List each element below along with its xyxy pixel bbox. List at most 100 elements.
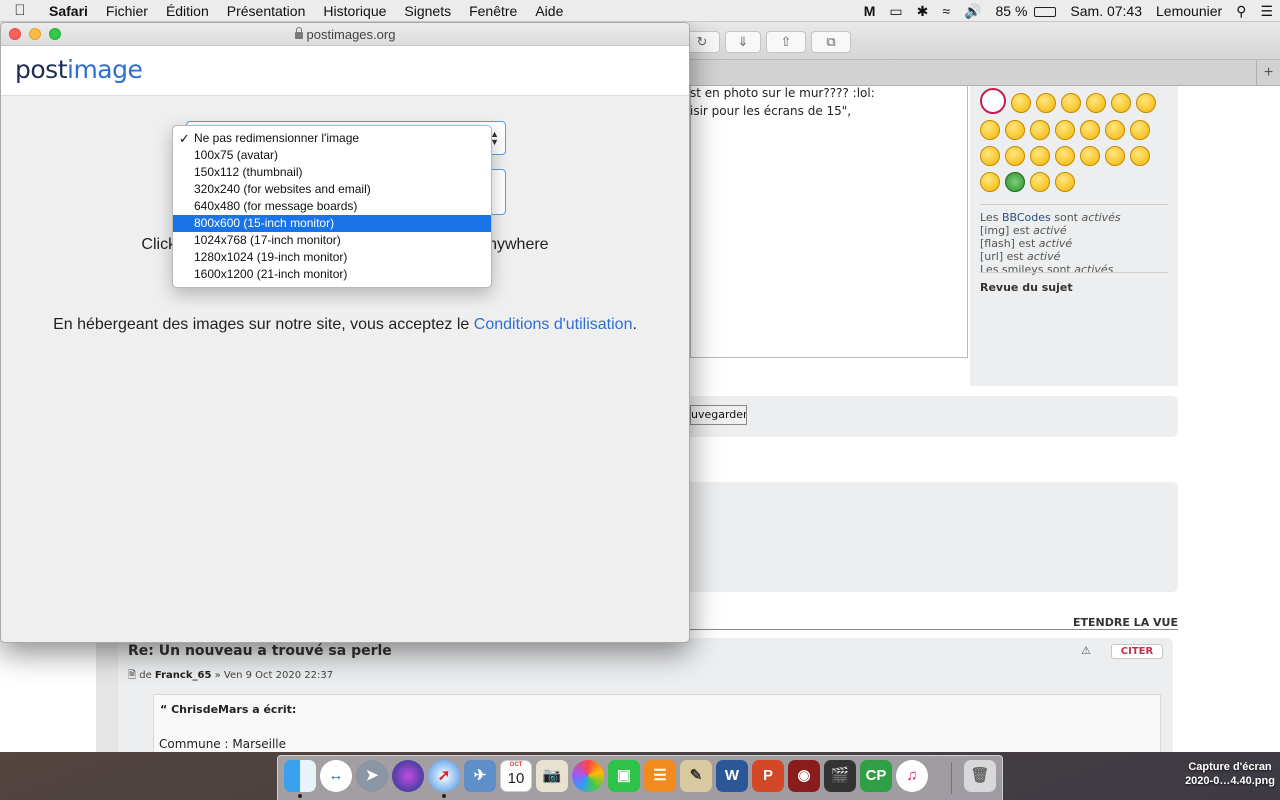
smiley-icon[interactable] — [1011, 93, 1031, 113]
message-textarea[interactable] — [690, 86, 968, 358]
smiley-icon[interactable] — [1055, 120, 1075, 140]
img-label: [img] est — [980, 224, 1030, 237]
photo-booth-icon[interactable]: ◉ — [788, 760, 820, 792]
wifi-icon[interactable]: ≈ — [935, 3, 957, 19]
smiley-icon[interactable] — [1055, 172, 1075, 192]
menu-fenetre[interactable]: Fenêtre — [460, 3, 526, 19]
facetime-icon[interactable]: ▣ — [608, 760, 640, 792]
safari-icon[interactable]: ➚ — [428, 760, 460, 792]
word-icon[interactable]: W — [716, 760, 748, 792]
share-icon[interactable]: ⇧ — [766, 31, 806, 53]
resize-option-150x112[interactable]: 150x112 (thumbnail) — [173, 164, 491, 181]
image-capture-icon[interactable]: 📷 — [536, 760, 568, 792]
smiley-icon[interactable] — [980, 172, 1000, 192]
trash-icon[interactable]: 🗑 — [964, 760, 996, 792]
ibooks-icon[interactable]: ☰ — [644, 760, 676, 792]
launchpad-icon[interactable]: ➤ — [356, 760, 388, 792]
report-warning-icon[interactable]: ⚠ — [1078, 644, 1094, 658]
smiley-icon[interactable] — [1005, 172, 1025, 192]
smiley-icon[interactable] — [1005, 120, 1025, 140]
battery-percent[interactable]: 85 % — [988, 3, 1034, 19]
checkmark-icon: ✓ — [179, 131, 190, 146]
itunes-icon[interactable]: ♫ — [896, 760, 928, 792]
smiley-icon[interactable] — [1136, 93, 1156, 113]
quote-button[interactable]: CITER — [1111, 644, 1163, 659]
malwarebytes-icon[interactable]: M — [857, 3, 883, 19]
desktop-screenshot-file[interactable]: Capture d'écran 2020-0…4.40.png — [1180, 760, 1280, 788]
powerpoint-icon[interactable]: P — [752, 760, 784, 792]
smiley-icon[interactable] — [1130, 146, 1150, 166]
message-line-2: isir pour les écrans de 15", — [690, 104, 852, 118]
preview-icon[interactable]: ✈ — [464, 760, 496, 792]
smiley-icon[interactable] — [980, 120, 1000, 140]
tabs-overview-icon[interactable]: ⧉ — [811, 31, 851, 53]
resize-option-100x75[interactable]: 100x75 (avatar) — [173, 147, 491, 164]
smiley-icon[interactable] — [1105, 146, 1125, 166]
menu-edition[interactable]: Édition — [157, 3, 218, 19]
extend-view-link[interactable]: ETENDRE LA VUE — [1073, 616, 1178, 629]
clock[interactable]: Sam. 07:43 — [1063, 3, 1149, 19]
photos-icon[interactable] — [572, 760, 604, 792]
smiley-icon[interactable] — [1080, 146, 1100, 166]
terms-end: . — [632, 316, 637, 333]
finder-icon[interactable] — [284, 760, 316, 792]
resize-option-1280x1024[interactable]: 1280x1024 (19-inch monitor) — [173, 249, 491, 266]
siri-icon[interactable] — [392, 760, 424, 792]
smiley-icon[interactable] — [1111, 93, 1131, 113]
resize-option-800x600[interactable]: 800x600 (15-inch monitor) — [173, 215, 491, 232]
postimages-window: postimages.org postimage ▲ ▼ Click nywhere… — [0, 22, 690, 643]
flash-label: [flash] est — [980, 237, 1036, 250]
user-name[interactable]: Lemounier — [1149, 3, 1229, 19]
resize-option-320x240[interactable]: 320x240 (for websites and email) — [173, 181, 491, 198]
resize-option-none[interactable]: ✓ Ne pas redimensionner l'image — [173, 130, 491, 147]
save-button[interactable]: uvegarder — [690, 405, 747, 425]
bluetooth-icon[interactable]: ✱ — [910, 3, 936, 20]
menu-fichier[interactable]: Fichier — [97, 3, 157, 19]
smiley-icon[interactable] — [1130, 120, 1150, 140]
window-titlebar: postimages.org — [1, 23, 689, 46]
menu-historique[interactable]: Historique — [314, 3, 395, 19]
final-cut-icon[interactable]: 🎬 — [824, 760, 856, 792]
battery-icon[interactable] — [1034, 3, 1063, 19]
menu-presentation[interactable]: Présentation — [218, 3, 315, 19]
resize-option-640x480[interactable]: 640x480 (for message boards) — [173, 198, 491, 215]
terms-link[interactable]: Conditions d'utilisation — [474, 316, 633, 333]
teamviewer-icon[interactable]: ↔ — [320, 760, 352, 792]
menu-app-safari[interactable]: Safari — [40, 3, 97, 19]
smiley-icon[interactable] — [1030, 172, 1050, 192]
postimage-logo[interactable]: postimage — [15, 55, 143, 84]
smiley-icon[interactable] — [980, 88, 1006, 114]
resize-option-1024x768[interactable]: 1024x768 (17-inch monitor) — [173, 232, 491, 249]
downloads-icon[interactable]: ⇓ — [725, 31, 761, 53]
post-author[interactable]: Franck_65 — [155, 670, 211, 681]
volume-icon[interactable]: 🔊 — [957, 3, 988, 20]
calendar-icon[interactable]: OCT 10 — [500, 760, 532, 792]
smiley-icon[interactable] — [980, 146, 1000, 166]
airplay-icon[interactable]: ▭ — [882, 3, 909, 20]
post-title[interactable]: Re: Un nouveau a trouvé sa perle — [128, 643, 392, 659]
post-card: Re: Un nouveau a trouvé sa perle 🗎 de Fr… — [118, 638, 1173, 752]
spotlight-search-icon[interactable]: ⚲ — [1229, 3, 1253, 20]
smiley-icon[interactable] — [1005, 146, 1025, 166]
option-label: 1280x1024 (19-inch monitor) — [194, 250, 348, 264]
smiley-icon[interactable] — [1030, 146, 1050, 166]
menu-aide[interactable]: Aide — [526, 3, 572, 19]
resize-option-1600x1200[interactable]: 1600x1200 (21-inch monitor) — [173, 266, 491, 283]
menu-signets[interactable]: Signets — [395, 3, 460, 19]
cp-app-icon[interactable]: CP — [860, 760, 892, 792]
bbcode-link[interactable]: BBCodes — [1002, 211, 1051, 224]
smiley-icon[interactable] — [1105, 120, 1125, 140]
notification-center-icon[interactable]: ☰ — [1253, 3, 1280, 20]
smiley-icon[interactable] — [1030, 120, 1050, 140]
apple-menu-icon[interactable]:  — [0, 2, 40, 19]
smiley-icon[interactable] — [1086, 93, 1106, 113]
url-state: activé — [1026, 250, 1061, 263]
running-indicator — [298, 794, 302, 798]
smiley-icon[interactable] — [1080, 120, 1100, 140]
script-editor-icon[interactable]: ✎ — [680, 760, 712, 792]
smiley-icon[interactable] — [1061, 93, 1081, 113]
smiley-icon[interactable] — [1036, 93, 1056, 113]
terms-notice: En hébergeant des images sur notre site,… — [1, 316, 689, 334]
smiley-icon[interactable] — [1055, 146, 1075, 166]
new-tab-plus-icon[interactable]: + — [1256, 60, 1280, 86]
